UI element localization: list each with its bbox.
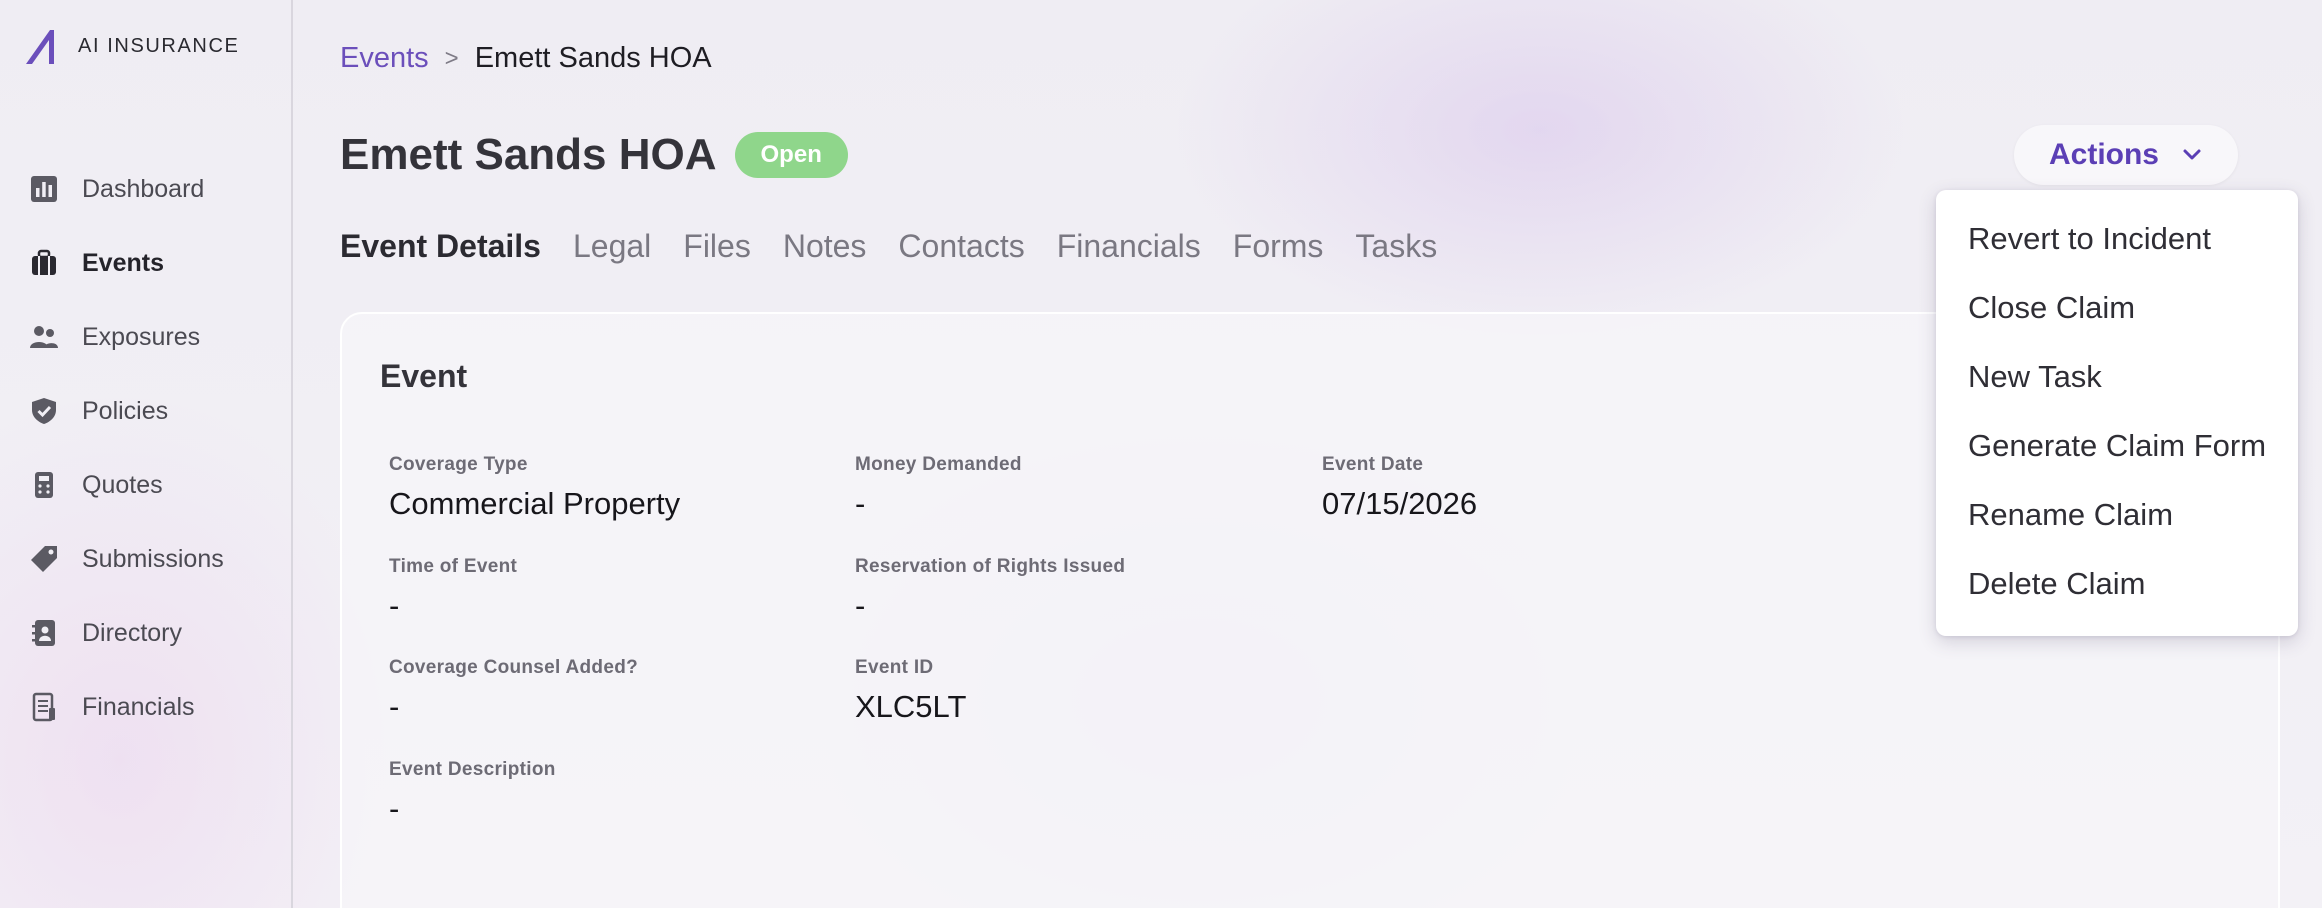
breadcrumb: Events > Emett Sands HOA [340,42,712,75]
menu-item-generate-claim-form[interactable]: Generate Claim Form [1936,411,2298,480]
field-time-of-event: Time of Event - [389,556,517,624]
sidebar-nav: Dashboard Events Exposures Policies Quot… [0,152,291,744]
menu-item-delete-claim[interactable]: Delete Claim [1936,549,2298,618]
field-event-id: Event ID XLC5LT [855,657,966,725]
menu-item-revert-to-incident[interactable]: Revert to Incident [1936,204,2298,273]
field-value: - [389,689,400,724]
sidebar-item-events[interactable]: Events [0,226,291,300]
calculator-icon [28,469,60,501]
logo-mark-icon [26,30,54,64]
actions-button-label: Actions [2048,138,2159,171]
breadcrumb-link-events[interactable]: Events [340,42,429,75]
tab-event-details[interactable]: Event Details [340,228,541,265]
actions-button[interactable]: Actions [2014,125,2238,185]
page-title: Emett Sands HOA [340,130,717,179]
status-badge: Open [734,132,848,178]
field-label: Reservation of Rights Issued [855,556,1126,577]
field-value: Commercial Property [389,486,681,521]
tab-legal[interactable]: Legal [573,228,651,265]
field-value: - [855,588,866,623]
field-label: Coverage Type [389,454,528,475]
menu-item-new-task[interactable]: New Task [1936,342,2298,411]
sidebar-item-label: Directory [82,618,183,647]
chevron-down-icon [2183,149,2201,160]
sidebar-item-label: Events [82,248,164,277]
title-row: Emett Sands HOA Open [340,130,848,180]
breadcrumb-separator: > [444,44,459,72]
menu-item-close-claim[interactable]: Close Claim [1936,273,2298,342]
card-title: Event [380,358,468,394]
tab-tasks[interactable]: Tasks [1355,228,1437,265]
field-label: Money Demanded [855,454,1022,475]
receipt-icon [28,691,60,723]
sidebar-item-label: Quotes [82,470,163,499]
field-label: Event Date [1322,454,1424,475]
bar-chart-icon [28,173,60,205]
field-value: 07/15/2026 [1322,486,1478,521]
brand-name: AI INSURANCE [78,34,240,57]
tab-files[interactable]: Files [683,228,751,265]
field-label: Coverage Counsel Added? [389,657,639,678]
field-value: - [389,588,400,623]
field-label: Time of Event [389,556,518,577]
field-coverage-counsel: Coverage Counsel Added? - [389,657,638,725]
field-value: - [389,791,400,826]
sidebar-item-quotes[interactable]: Quotes [0,448,291,522]
field-event-description: Event Description - [389,759,556,827]
sidebar-item-policies[interactable]: Policies [0,374,291,448]
field-label: Event ID [855,657,934,678]
tab-financials[interactable]: Financials [1057,228,1201,265]
shield-check-icon [28,395,60,427]
actions-dropdown-menu: Revert to Incident Close Claim New Task … [1936,190,2298,636]
tab-forms[interactable]: Forms [1233,228,1324,265]
sidebar-item-label: Financials [82,692,195,721]
tab-contacts[interactable]: Contacts [898,228,1024,265]
tab-notes[interactable]: Notes [783,228,867,265]
breadcrumb-current: Emett Sands HOA [474,42,712,74]
sidebar-item-label: Policies [82,396,169,425]
tag-icon [28,543,60,575]
tab-bar: Event Details Legal Files Notes Contacts… [340,228,1469,265]
field-money-demanded: Money Demanded - [855,454,1022,522]
briefcase-icon [28,247,60,279]
sidebar-item-label: Exposures [82,322,201,351]
sidebar-item-financials[interactable]: Financials [0,670,291,744]
sidebar-item-directory[interactable]: Directory [0,596,291,670]
sidebar: AI INSURANCE Dashboard Events Exposures … [0,0,293,908]
field-label: Event Description [389,759,556,780]
sidebar-item-label: Dashboard [82,174,205,203]
field-event-date: Event Date 07/15/2026 [1322,454,1477,522]
field-value: - [855,486,866,521]
field-reservation-of-rights: Reservation of Rights Issued - [855,556,1125,624]
sidebar-item-exposures[interactable]: Exposures [0,300,291,374]
sidebar-item-dashboard[interactable]: Dashboard [0,152,291,226]
sidebar-item-submissions[interactable]: Submissions [0,522,291,596]
sidebar-item-label: Submissions [82,544,224,573]
field-coverage-type: Coverage Type Commercial Property [389,454,680,522]
users-icon [28,321,60,353]
menu-item-rename-claim[interactable]: Rename Claim [1936,480,2298,549]
contact-book-icon [28,617,60,649]
brand-logo[interactable]: AI INSURANCE [24,26,239,66]
field-value: XLC5LT [855,689,967,724]
